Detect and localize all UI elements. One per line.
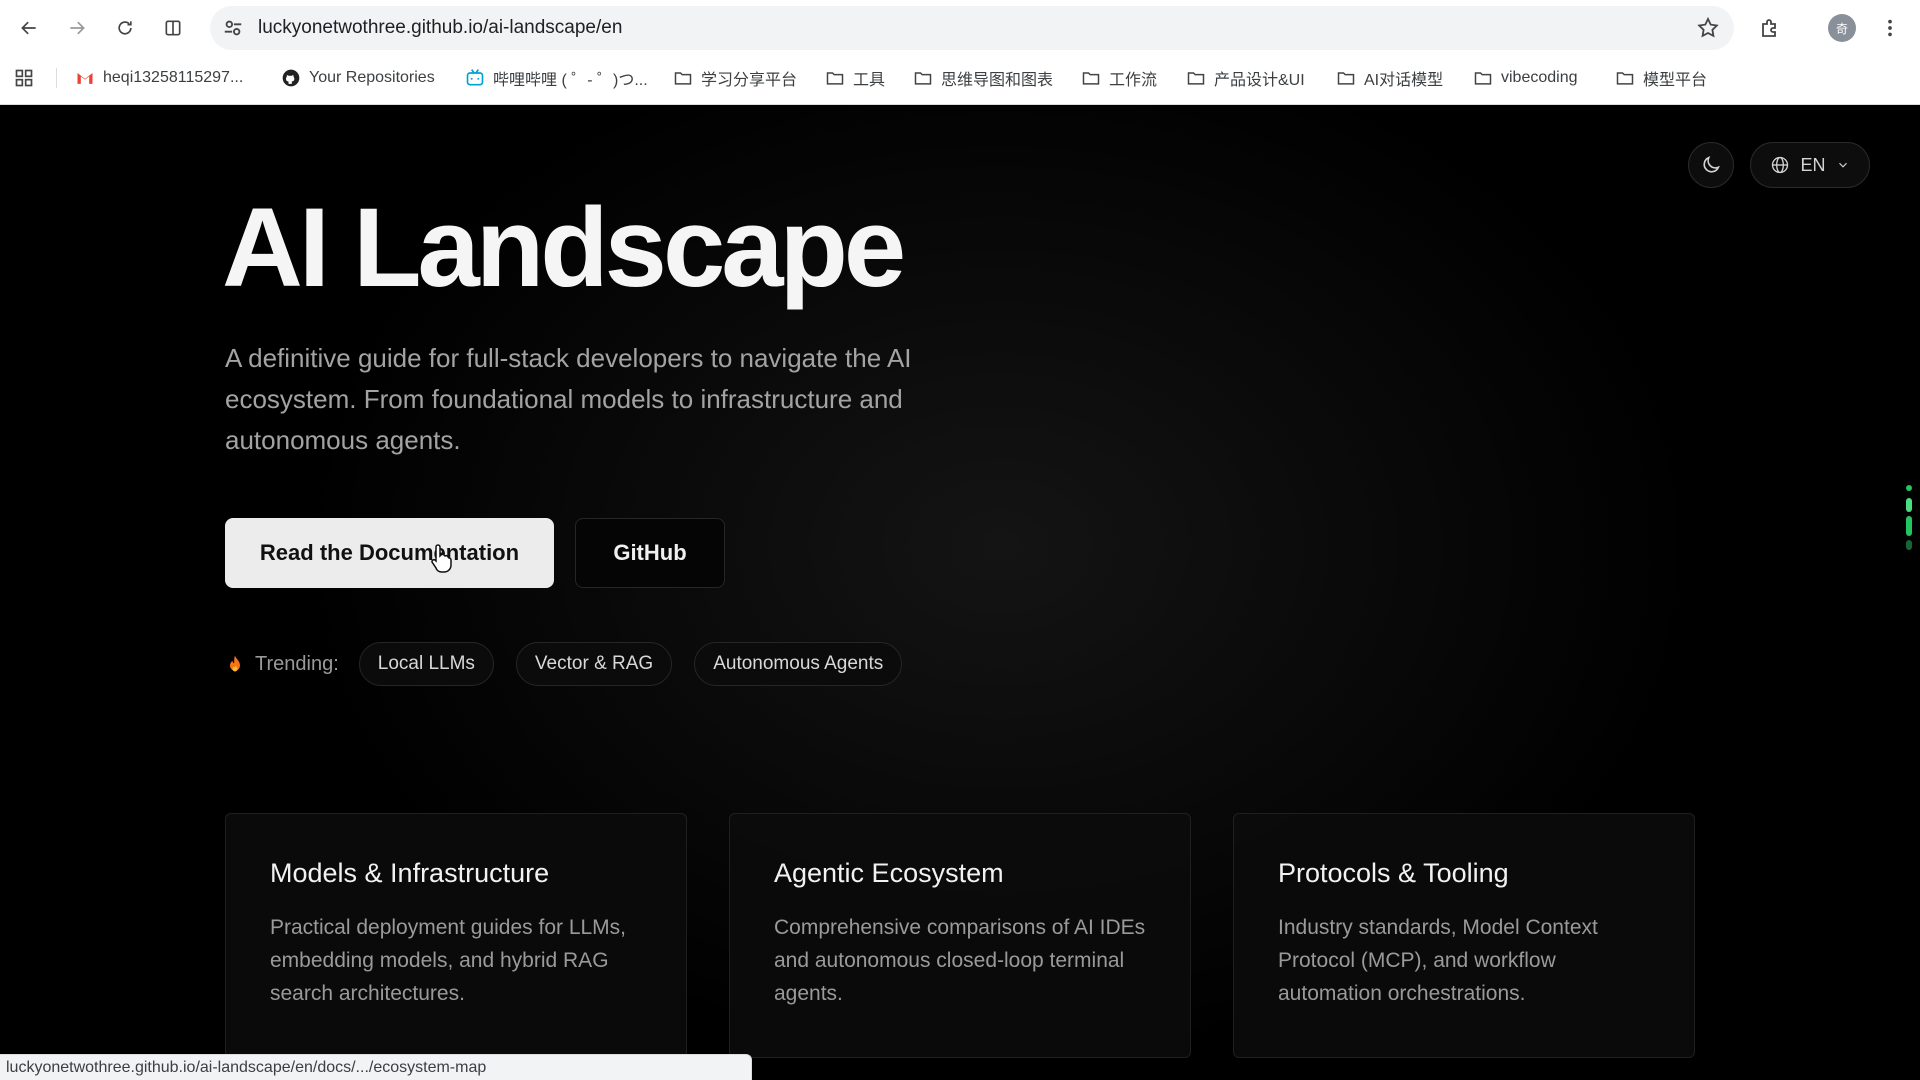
bookmarks-divider <box>56 68 57 88</box>
kebab-menu-icon <box>1888 19 1892 37</box>
bookmark-folder-vibecoding[interactable]: vibecoding <box>1473 66 1578 90</box>
bookmark-folder-learning[interactable]: 学习分享平台 <box>673 66 797 90</box>
bookmark-label: 学习分享平台 <box>701 72 798 89</box>
card-protocols-tooling[interactable]: Protocols & Tooling Industry standards, … <box>1233 813 1695 1058</box>
bookmark-folder-ai-models[interactable]: AI对话模型 <box>1336 66 1443 90</box>
address-bar[interactable]: luckyonetwothree.github.io/ai-landscape/… <box>210 6 1734 50</box>
arrow-left-icon <box>21 21 36 35</box>
scroll-indicator[interactable] <box>1905 484 1913 554</box>
profile-avatar[interactable]: 奇 <box>1828 14 1856 42</box>
reload-button[interactable] <box>107 10 143 46</box>
puzzle-icon <box>1762 19 1776 37</box>
card-title: Agentic Ecosystem <box>774 858 1004 888</box>
address-url[interactable]: luckyonetwothree.github.io/ai-landscape/… <box>258 6 622 50</box>
page-title: AI Landscape <box>222 185 906 310</box>
github-button[interactable]: GitHub <box>575 518 725 588</box>
folder-icon <box>1616 72 1634 85</box>
trending-label: Trending: <box>225 653 339 676</box>
forward-button[interactable] <box>59 10 95 46</box>
folder-icon <box>1474 72 1492 85</box>
bookmark-folder-mindmaps[interactable]: 思维导图和图表 <box>913 66 1053 90</box>
globe-icon <box>1772 156 1789 174</box>
card-description: Practical deployment guides for LLMs, em… <box>270 916 627 1005</box>
bookmark-folder-model-platforms[interactable]: 模型平台 <box>1615 66 1707 90</box>
extensions-button[interactable] <box>1756 14 1784 42</box>
browser-menu-button[interactable] <box>1876 14 1904 42</box>
landing-page: EN AI Landscape A definitive guide for f… <box>0 106 1920 1080</box>
bookmark-your-repositories[interactable]: Your Repositories <box>281 66 435 90</box>
github-icon <box>282 69 300 87</box>
read-documentation-button[interactable]: Read the Documentation <box>225 518 554 588</box>
bookmark-label: 思维导图和图表 <box>941 72 1054 89</box>
folder-icon <box>1337 72 1355 85</box>
split-view-button[interactable] <box>155 10 191 46</box>
folder-icon <box>1082 72 1100 85</box>
bilibili-icon <box>466 69 484 86</box>
link-status-bar: luckyonetwothree.github.io/ai-landscape/… <box>0 1054 752 1080</box>
card-title: Models & Infrastructure <box>270 858 550 888</box>
chevron-down-icon <box>1838 162 1847 168</box>
bookmark-label: 工作流 <box>1109 72 1158 89</box>
chip-autonomous-agents[interactable]: Autonomous Agents <box>694 642 903 686</box>
folder-icon <box>1187 72 1205 85</box>
trending-label-text: Trending: <box>255 652 339 675</box>
bookmarks-bar: heqi13258115297... Your Repositories 哔哩哔… <box>0 60 1920 96</box>
apps-button[interactable] <box>14 66 34 90</box>
flame-icon <box>230 655 240 672</box>
bookmark-star-icon[interactable] <box>1696 16 1720 40</box>
hero-subtitle: A definitive guide for full-stack develo… <box>225 343 912 455</box>
reload-icon <box>118 21 132 35</box>
bookmark-label: 产品设计&UI <box>1214 72 1305 89</box>
card-models-infrastructure[interactable]: Models & Infrastructure Practical deploy… <box>225 813 687 1058</box>
bookmark-label: vibecoding <box>1501 69 1578 86</box>
bookmark-label: Your Repositories <box>309 69 435 86</box>
gmail-icon <box>77 73 93 84</box>
bookmark-bilibili[interactable]: 哔哩哔哩 ( ゜- ゜)つ... <box>465 66 648 90</box>
card-title: Protocols & Tooling <box>1278 858 1509 888</box>
card-description: Industry standards, Model Context Protoc… <box>1278 916 1598 1005</box>
browser-chrome: luckyonetwothree.github.io/ai-landscape/… <box>0 0 1920 105</box>
trending-bar: Trending: Local LLMs Vector & RAG Autono… <box>225 642 924 686</box>
bookmark-folder-workflow[interactable]: 工作流 <box>1081 66 1157 90</box>
bookmark-label: heqi13258115297... <box>103 69 244 86</box>
split-view-icon <box>165 20 181 36</box>
bookmark-label: 模型平台 <box>1643 72 1708 89</box>
folder-icon <box>914 72 932 85</box>
folder-icon <box>826 72 844 85</box>
card-description: Comprehensive comparisons of AI IDEs and… <box>774 916 1146 1005</box>
theme-toggle-button[interactable] <box>1688 142 1734 188</box>
browser-toolbar: luckyonetwothree.github.io/ai-landscape/… <box>0 0 1920 56</box>
bookmark-gmail[interactable]: heqi13258115297... <box>75 66 243 90</box>
site-settings-icon[interactable] <box>222 17 244 39</box>
chip-local-llms[interactable]: Local LLMs <box>358 642 494 686</box>
chip-vector-rag[interactable]: Vector & RAG <box>515 642 673 686</box>
bookmark-label: 哔哩哔哩 ( ゜- ゜)つ... <box>493 72 648 89</box>
bookmark-folder-tools[interactable]: 工具 <box>825 66 885 90</box>
arrow-right-icon <box>70 21 85 35</box>
bookmark-label: AI对话模型 <box>1364 72 1444 89</box>
back-button[interactable] <box>11 10 47 46</box>
card-agentic-ecosystem[interactable]: Agentic Ecosystem Comprehensive comparis… <box>729 813 1191 1058</box>
apps-grid-icon <box>15 69 33 87</box>
bookmark-label: 工具 <box>853 72 886 89</box>
language-selector[interactable]: EN <box>1750 142 1870 188</box>
moon-icon <box>1703 156 1720 173</box>
bookmark-folder-design[interactable]: 产品设计&UI <box>1186 66 1305 90</box>
folder-icon <box>674 72 692 85</box>
language-label: EN <box>1800 154 1826 175</box>
hand-pointer-cursor-icon <box>431 544 452 573</box>
